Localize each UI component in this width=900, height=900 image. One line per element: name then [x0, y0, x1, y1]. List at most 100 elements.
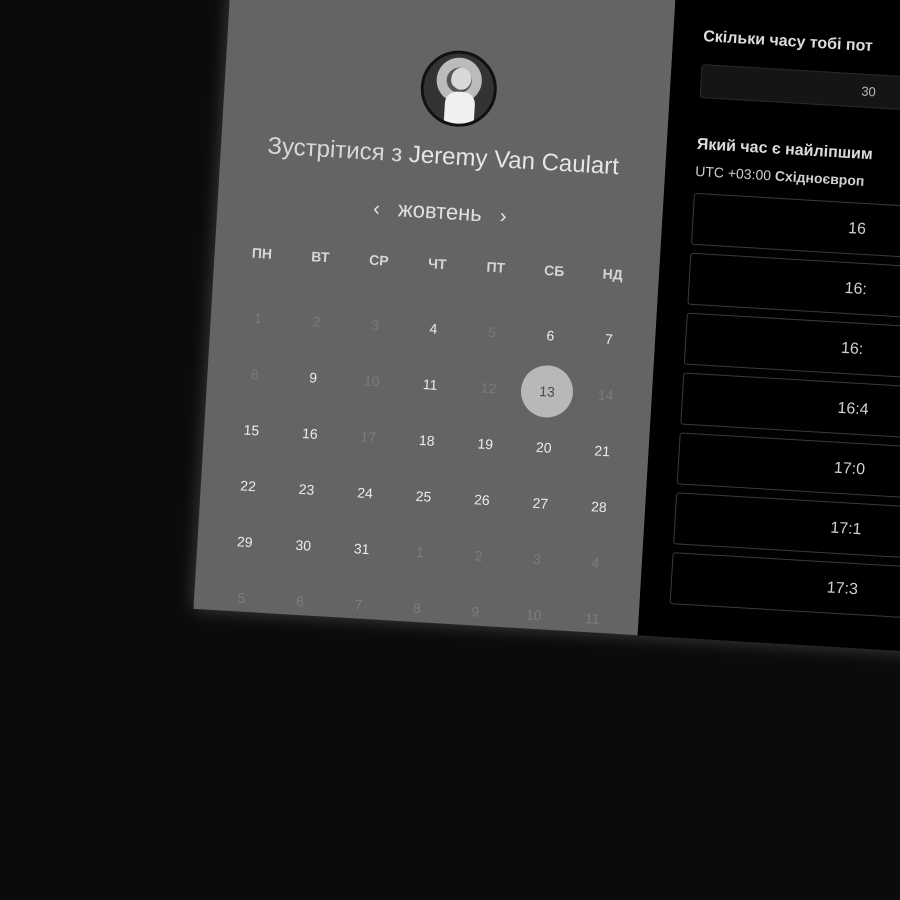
day-cell: 3 [506, 529, 568, 588]
day-number: 17 [360, 428, 377, 446]
day-number: 3 [532, 550, 542, 568]
day-number: 11 [584, 610, 601, 627]
day-cell[interactable]: 24 [334, 463, 396, 522]
day-number: 12 [480, 379, 497, 397]
day-cell[interactable]: 31 [331, 519, 393, 578]
day-cell[interactable]: 21 [571, 421, 633, 480]
day-cell[interactable]: 28 [568, 477, 630, 536]
day-cell-selected[interactable]: 13 [516, 362, 578, 421]
day-number: 30 [295, 536, 312, 554]
timeslot-list: 16 16: 16: 16:4 17:0 17:1 17:3 [669, 192, 900, 630]
timezone-line[interactable]: UTC +03:00 Східноєвроп [695, 163, 865, 189]
timeslot-button[interactable]: 16: [683, 312, 900, 383]
day-cell[interactable]: 25 [393, 467, 455, 526]
day-cell: 1 [227, 288, 289, 347]
meet-title: Зустрітися з Jeremy Van Caulart [220, 130, 666, 184]
day-number: 22 [239, 477, 257, 495]
booking-widget: Зустрітися з Jeremy Van Caulart ‹ жовтен… [193, 0, 900, 654]
day-number: 3 [370, 316, 380, 334]
day-cell[interactable]: 22 [217, 456, 279, 515]
day-cell: 1 [389, 523, 451, 582]
day-number: 20 [535, 438, 553, 456]
day-number: 31 [353, 540, 370, 558]
day-cell[interactable]: 16 [279, 404, 341, 463]
weekday-label: ПН [251, 244, 273, 262]
day-cell: 10 [503, 585, 565, 644]
day-cell[interactable]: 18 [396, 411, 458, 470]
day-cell[interactable]: 20 [513, 418, 575, 477]
day-cell: 8 [224, 344, 286, 403]
day-cell[interactable]: 29 [214, 512, 276, 571]
weekday-label: ЧТ [427, 255, 447, 273]
day-number: 2 [474, 547, 484, 564]
day-number: 2 [312, 313, 321, 330]
day-cell[interactable]: 11 [399, 355, 461, 414]
day-cell[interactable]: 19 [454, 414, 516, 473]
day-cell: 4 [565, 533, 627, 592]
day-number: 24 [356, 484, 374, 502]
timeslot-panel: Скільки часу тобі пот 30 Який час є найл… [637, 0, 900, 654]
day-number: 26 [473, 491, 491, 509]
day-number: 8 [250, 365, 260, 383]
organizer-name: Jeremy Van Caulart [408, 140, 620, 181]
day-cell: 3 [344, 295, 406, 354]
timeslot-button[interactable]: 17:0 [676, 432, 900, 503]
duration-value: 30 [860, 83, 877, 100]
next-month-chevron-icon[interactable]: › [487, 205, 519, 229]
day-grid: 1 2 3 4 5 6 7 8 9 10 11 12 13 14 15 16 17 18 19 20 21 22 23 24 2… [211, 288, 640, 648]
month-label: жовтень [397, 196, 483, 227]
duration-select[interactable]: 30 [699, 64, 900, 116]
timeslot-button[interactable]: 16: [687, 252, 900, 323]
day-number: 6 [295, 592, 305, 610]
day-number: 11 [422, 376, 438, 393]
weekday-label: ПТ [486, 258, 506, 276]
meet-prefix: Зустрітися з [266, 132, 404, 168]
day-number: 9 [308, 369, 318, 386]
day-cell: 6 [269, 571, 331, 630]
day-cell[interactable]: 15 [221, 400, 283, 459]
calendar-panel: Зустрітися з Jeremy Van Caulart ‹ жовтен… [193, 0, 677, 636]
duration-title: Скільки часу тобі пот [702, 28, 874, 56]
day-number: 14 [597, 386, 614, 404]
viewport: Зустрітися з Jeremy Van Caulart ‹ жовтен… [0, 0, 900, 900]
day-number: 8 [412, 599, 422, 617]
weekday-label: СБ [543, 262, 565, 280]
day-number: 27 [532, 494, 549, 512]
day-cell: 11 [561, 589, 623, 648]
day-cell[interactable]: 6 [520, 306, 582, 365]
day-number: 4 [429, 320, 438, 337]
day-cell: 8 [386, 578, 448, 637]
day-cell: 7 [328, 575, 390, 634]
timeslot-button[interactable]: 16 [690, 192, 900, 263]
timezone-name: Східноєвроп [774, 167, 865, 189]
timeslot-button[interactable]: 17:3 [669, 552, 900, 622]
day-cell[interactable]: 23 [276, 460, 338, 519]
day-cell: 10 [341, 351, 403, 410]
day-number: 25 [415, 487, 432, 505]
timeslot-button[interactable]: 17:1 [673, 492, 900, 562]
prev-month-chevron-icon[interactable]: ‹ [361, 197, 393, 221]
day-number: 16 [301, 425, 319, 442]
timezone-offset: UTC +03:00 [694, 162, 772, 184]
day-number: 21 [594, 442, 611, 460]
day-cell[interactable]: 26 [451, 470, 513, 529]
day-number: 15 [243, 421, 260, 439]
day-cell[interactable]: 9 [282, 348, 344, 407]
day-number: 7 [354, 596, 363, 613]
day-number: 4 [591, 554, 600, 571]
weekday-label: СР [368, 251, 390, 269]
day-number: 29 [236, 533, 254, 551]
day-cell[interactable]: 30 [272, 516, 334, 575]
day-number: 9 [470, 603, 480, 620]
day-cell[interactable]: 4 [403, 299, 465, 358]
day-cell: 17 [337, 407, 399, 466]
day-number: 1 [253, 309, 263, 327]
day-cell[interactable]: 27 [510, 474, 572, 533]
day-cell: 12 [458, 358, 520, 417]
day-number: 5 [487, 323, 497, 341]
day-cell[interactable]: 7 [578, 309, 640, 368]
day-number: 7 [604, 330, 614, 348]
weekday-header: ПН ВТ СР ЧТ ПТ СБ НД [232, 244, 642, 284]
day-number: 28 [590, 498, 608, 516]
timeslot-button[interactable]: 16:4 [680, 372, 900, 443]
